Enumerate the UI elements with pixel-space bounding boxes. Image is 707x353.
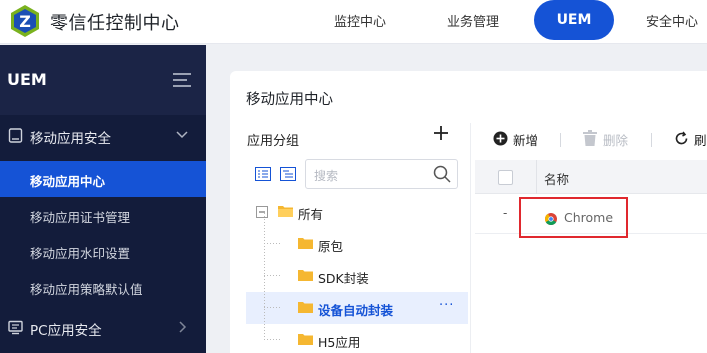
tree-node-label: 所有 xyxy=(298,207,324,222)
column-divider xyxy=(470,123,471,353)
expand-all-icon[interactable] xyxy=(255,167,271,181)
folder-icon xyxy=(298,270,313,281)
sidebar-item-label: 移动应用水印设置 xyxy=(30,246,131,261)
column-divider xyxy=(536,160,537,194)
trash-icon xyxy=(583,130,597,146)
column-header-name: 名称 xyxy=(544,172,570,187)
more-options-button[interactable]: ··· xyxy=(439,298,454,313)
search-placeholder: 搜索 xyxy=(314,169,339,183)
app-title: 零信任控制中心 xyxy=(50,13,180,34)
sidebar-item-mobile-watermark[interactable]: 移动应用水印设置 xyxy=(0,233,206,269)
svg-text:Z: Z xyxy=(19,12,31,31)
sidebar-header: UEM xyxy=(0,45,206,115)
sidebar-item-mobile-policy-default[interactable]: 移动应用策略默认值 xyxy=(0,269,206,305)
collapse-menu-icon[interactable] xyxy=(173,73,191,87)
sidebar-group-label: PC应用安全 xyxy=(30,323,102,339)
nav-uem[interactable]: UEM xyxy=(534,0,614,40)
refresh-label: 刷 xyxy=(694,133,707,148)
tree-node-label: 原包 xyxy=(318,239,344,254)
monitor-icon xyxy=(8,320,23,335)
sidebar-group-label: 移动应用安全 xyxy=(30,131,111,147)
sidebar-group-mobile-security[interactable]: 移动应用安全 xyxy=(0,115,206,157)
logo-icon: Z xyxy=(11,5,39,37)
plus-circle-icon xyxy=(493,131,508,146)
folder-icon xyxy=(298,334,313,345)
page-title: 移动应用中心 xyxy=(246,92,333,108)
toolbar-separator xyxy=(560,133,561,147)
select-all-checkbox[interactable] xyxy=(498,170,513,185)
search-icon[interactable] xyxy=(433,165,451,183)
sidebar-item-label: 移动应用策略默认值 xyxy=(30,282,143,297)
add-label: 新增 xyxy=(513,133,539,148)
sidebar-group-pc-security[interactable]: PC应用安全 xyxy=(0,307,206,349)
refresh-icon xyxy=(675,131,688,145)
collapse-all-icon[interactable] xyxy=(280,167,296,181)
toolbar-separator xyxy=(651,133,652,147)
sidebar-title: UEM xyxy=(7,70,47,89)
tree-node-label: H5应用 xyxy=(318,335,361,350)
group-search-input[interactable]: 搜索 xyxy=(305,159,458,189)
app-group-title: 应用分组 xyxy=(247,134,300,149)
add-group-icon[interactable] xyxy=(433,125,449,141)
folder-icon xyxy=(298,238,313,249)
row-index: - xyxy=(503,206,508,220)
chrome-icon xyxy=(545,213,557,225)
main-panel: 移动应用中心 应用分组 搜索 所有 原包 SDK封装 设备自动封装 ··· H5… xyxy=(230,71,707,353)
nav-monitor[interactable]: 监控中心 xyxy=(334,11,386,30)
mobile-icon xyxy=(8,128,23,143)
table-row[interactable]: - Chrome xyxy=(475,194,707,238)
chevron-down-icon xyxy=(176,131,188,139)
sidebar-item-label: 移动应用证书管理 xyxy=(30,210,131,225)
folder-icon xyxy=(298,302,313,313)
sidebar-item-label: 移动应用中心 xyxy=(30,174,106,189)
sidebar-item-mobile-app-center[interactable]: 移动应用中心 xyxy=(0,161,206,197)
sidebar-item-mobile-cert[interactable]: 移动应用证书管理 xyxy=(0,197,206,233)
table-header: 名称 xyxy=(475,160,707,194)
tree-node-label: 设备自动封装 xyxy=(318,303,394,318)
nav-business[interactable]: 业务管理 xyxy=(447,11,499,30)
tree-connector-lines xyxy=(264,213,282,340)
tree-node-label: SDK封装 xyxy=(318,271,369,286)
chevron-right-icon xyxy=(179,321,187,333)
nav-security[interactable]: 安全中心 xyxy=(646,11,698,30)
top-bar: Z 零信任控制中心 监控中心 业务管理 UEM 安全中心 xyxy=(0,0,707,44)
app-name: Chrome xyxy=(564,210,614,225)
app-name-cell[interactable]: Chrome xyxy=(519,197,628,238)
delete-label: 删除 xyxy=(603,133,629,148)
sidebar: UEM 移动应用安全 移动应用中心 移动应用证书管理 移动应用水印设置 移动应用… xyxy=(0,45,206,353)
